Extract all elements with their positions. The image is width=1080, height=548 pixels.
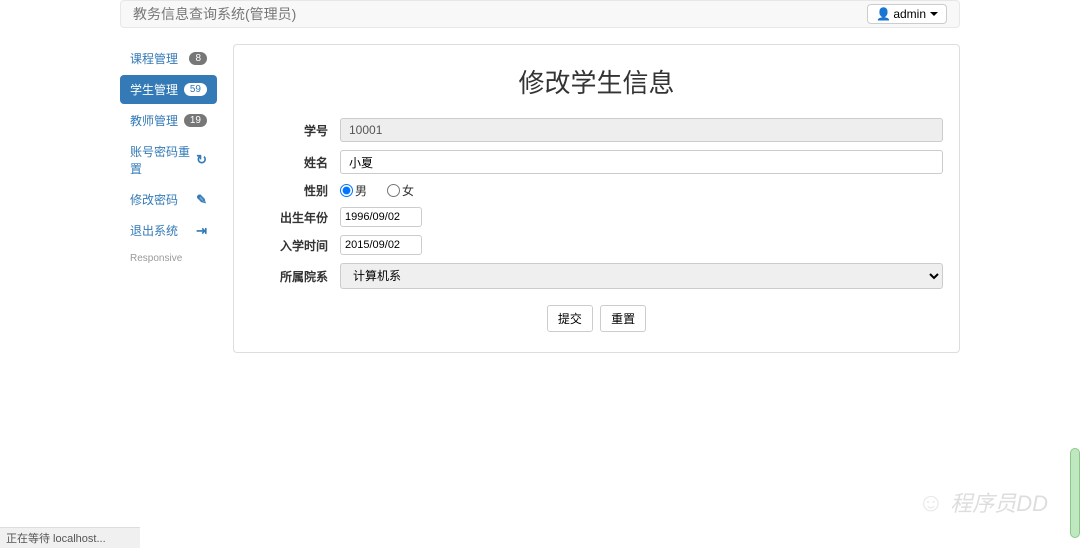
brand-title: 教务信息查询系统(管理员) [133,4,296,24]
gender-female-radio[interactable] [387,184,400,197]
gender-label: 性别 [250,182,340,199]
gender-radio-group: 男 女 [340,182,414,199]
name-label: 姓名 [250,154,340,171]
sidebar-item-label: 教师管理 [130,112,178,129]
scrollbar-handle[interactable] [1070,448,1080,538]
sidebar-item-label: 修改密码 [130,191,178,208]
gender-male-radio[interactable] [340,184,353,197]
caret-down-icon [930,12,938,16]
panel-title: 修改学生信息 [250,63,943,100]
user-icon: 👤 [876,7,891,21]
logout-icon: ⇥ [196,223,207,239]
sidebar-item-badge: 19 [184,114,207,127]
status-bar: 正在等待 localhost... [0,527,140,548]
sidebar-item-label: 退出系统 [130,222,178,239]
sidebar-footer: Responsive [120,247,217,270]
sidebar-item-logout[interactable]: 退出系统 ⇥ [120,216,217,245]
sidebar-item-label: 账号密码重置 [130,143,196,177]
content-panel: 修改学生信息 学号 姓名 性别 男 女 [233,44,960,353]
sidebar-item-teacher[interactable]: 教师管理 19 [120,106,217,135]
sidebar-item-change-password[interactable]: 修改密码 ✎ [120,185,217,214]
name-input[interactable] [340,150,943,174]
student-id-input [340,118,943,142]
sidebar-item-student[interactable]: 学生管理 59 [120,75,217,104]
enroll-date-input[interactable] [340,235,422,255]
sidebar-item-label: 学生管理 [130,81,178,98]
sidebar: 课程管理 8 学生管理 59 教师管理 19 账号密码重置 ↻ 修改密码 ✎ 退… [120,44,217,353]
wechat-icon: ☺ [918,487,945,518]
student-id-label: 学号 [250,122,340,139]
user-menu-button[interactable]: 👤 admin [867,4,947,24]
refresh-icon: ↻ [196,152,207,168]
birth-date-input[interactable] [340,207,422,227]
watermark: ☺ 程序员DD [918,486,1048,518]
sidebar-item-course[interactable]: 课程管理 8 [120,44,217,73]
navbar: 教务信息查询系统(管理员) 👤 admin [120,0,960,28]
pencil-icon: ✎ [196,192,207,208]
sidebar-item-badge: 59 [184,83,207,96]
reset-button[interactable]: 重置 [600,305,646,332]
sidebar-item-password-reset[interactable]: 账号密码重置 ↻ [120,137,217,183]
dept-select[interactable]: 计算机系 [340,263,943,289]
gender-female-option[interactable]: 女 [387,182,414,199]
watermark-text: 程序员DD [950,486,1048,518]
sidebar-item-badge: 8 [189,52,207,65]
sidebar-item-label: 课程管理 [130,50,178,67]
birth-label: 出生年份 [250,209,340,226]
dept-label: 所属院系 [250,268,340,285]
user-label: admin [893,7,926,21]
gender-male-option[interactable]: 男 [340,182,367,199]
enroll-label: 入学时间 [250,237,340,254]
submit-button[interactable]: 提交 [547,305,593,332]
